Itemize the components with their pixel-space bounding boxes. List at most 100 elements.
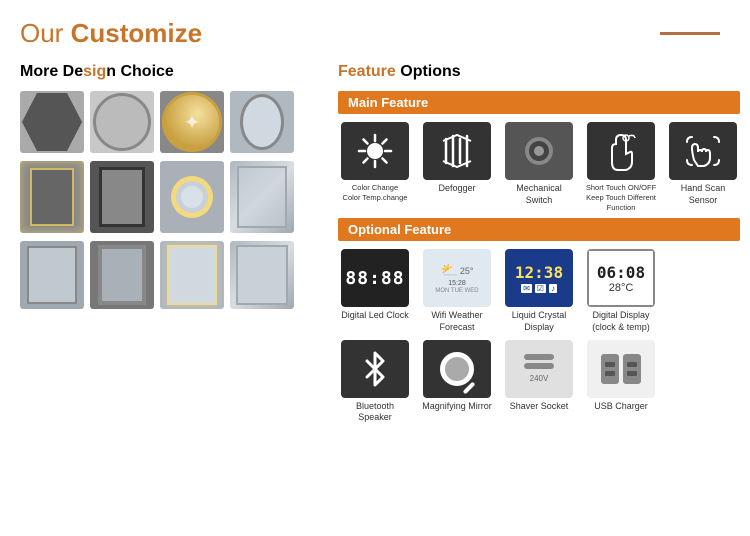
left-column: More Design Choice ✦ [20,63,320,430]
bluetooth-icon-box [341,340,409,398]
defogger-icon-box [423,122,491,180]
shaver-slot2 [524,363,554,369]
feature-usb: USB Charger [584,340,658,424]
optional-feature-row1: 88:88 Digital Led Clock ⛅ 25° [338,249,740,333]
right-section-title: Feature Options [338,63,740,81]
usb-hole3 [627,362,637,367]
feature-shaver: 240V Shaver Socket [502,340,576,424]
feature-defogger: Defogger [420,122,494,212]
dd-temp: 28°C [609,282,634,294]
usb-port1 [601,354,619,384]
feature-bluetooth: Bluetooth Speaker [338,340,412,424]
lcd-icon-box: 12:38 ✉ ☑ ♪ [505,249,573,307]
mirror-room-inner [27,246,77,304]
feature-magnify: Magnifying Mirror [420,340,494,424]
mirror-led2 [160,241,224,309]
optional-feature-label: Optional Feature [338,218,740,241]
sun-icon [356,132,394,170]
digital-display-label: Digital Display(clock & temp) [592,310,650,333]
digit-clock-display: 88:88 [345,268,404,289]
shaver-label: Shaver Socket [510,401,569,413]
mirror-bath-inner [237,166,287,228]
shaver-icon-box: 240V [505,340,573,398]
oval-shape [240,94,284,150]
circle-shape [93,93,151,151]
usb-port2 [623,354,641,384]
lcd-icons: ✉ ☑ ♪ [521,284,557,293]
mirror-frame-inner [98,245,146,305]
mirror-rect-row2 [20,241,320,309]
mirror-circle-gold: ✦ [160,91,224,153]
weather-display: ⛅ 25° 15:28 MON TUE WED [423,249,491,307]
bluetooth-icon [357,349,393,389]
circle-gold-shape: ✦ [162,92,222,152]
mirror-led2-inner [167,245,217,305]
digital-disp-display: 06:08 28°C [587,249,655,307]
main-feature-grid: Color ChangeColor Temp.change [338,122,740,212]
content: More Design Choice ✦ [20,63,730,430]
touch-label: Short Touch ON/OFFKeep Touch DifferentFu… [586,183,656,212]
magnify-circle [440,352,474,386]
mirror-rect-led [20,161,84,233]
feature-touch: Short Touch ON/OFFKeep Touch DifferentFu… [584,122,658,212]
switch-icon [520,132,558,170]
mirror-room [20,241,84,309]
mirror-decor-inner [236,245,288,305]
touch-icon-box [587,122,655,180]
main-feature-section: Main Feature [338,91,740,212]
optional-feature-section: Optional Feature 88:88 Digital Led Clock [338,218,740,424]
mirror-ring [160,161,224,233]
mirror-inner [30,168,74,226]
feature-color-change: Color ChangeColor Temp.change [338,122,412,212]
page: Our Customize More Design Choice ✦ [0,0,750,536]
weather-label: Wifi Weather Forecast [420,310,494,333]
usb-hole2 [605,371,615,376]
color-change-label: Color ChangeColor Temp.change [343,183,408,203]
hex-shape [22,93,82,151]
switch-label: MechanicalSwitch [516,183,562,206]
optional-feature-row2: Bluetooth Speaker Magnifying Mirror [338,340,740,424]
usb-display [587,340,655,398]
usb-label: USB Charger [594,401,648,413]
hand-scan-icon [682,130,724,172]
feature-digital-display: 06:08 28°C Digital Display(clock & temp) [584,249,658,333]
shaver-slot1 [524,354,554,360]
main-feature-label: Main Feature [338,91,740,114]
page-title: Our Customize [20,18,202,49]
shaver-display: 240V [505,340,573,398]
left-section-title: More Design Choice [20,63,320,81]
feature-wifi-weather: ⛅ 25° 15:28 MON TUE WED Wifi Weather For… [420,249,494,333]
touch-icon [602,130,640,172]
dd-time: 06:08 [597,263,645,282]
header: Our Customize [20,18,730,49]
defogger-icon [438,131,476,171]
hand-scan-icon-box [669,122,737,180]
hand-scan-label: Hand Scan Sensor [666,183,740,206]
defogger-label: Defogger [438,183,475,195]
usb-hole1 [605,362,615,367]
header-line [660,32,720,35]
magnify-handle [463,381,476,394]
color-change-icon-box [341,122,409,180]
usb-icon-box [587,340,655,398]
mirror-circle [90,91,154,153]
magnify-icon-box [423,340,491,398]
ring-shape [171,176,213,218]
feature-hand-scan: Hand Scan Sensor [666,122,740,212]
mirror-shape-row: ✦ [20,91,320,153]
mirror-hex [20,91,84,153]
digital-clock-icon-box: 88:88 [341,249,409,307]
feature-digital-clock: 88:88 Digital Led Clock [338,249,412,333]
lcd-time: 12:38 [515,263,563,282]
mirror-decor [230,241,294,309]
mirror-rect-row1 [20,161,320,233]
switch-icon-box [505,122,573,180]
bluetooth-label: Bluetooth Speaker [338,401,412,424]
mirror-rect-dark [90,161,154,233]
usb-hole4 [627,371,637,376]
lcd-label: Liquid Crystal Display [502,310,576,333]
right-column: Feature Options Main Feature [338,63,740,430]
mirror-inner2 [99,167,145,227]
feature-lcd: 12:38 ✉ ☑ ♪ Liquid Crystal Display [502,249,576,333]
magnify-label: Magnifying Mirror [422,401,492,413]
